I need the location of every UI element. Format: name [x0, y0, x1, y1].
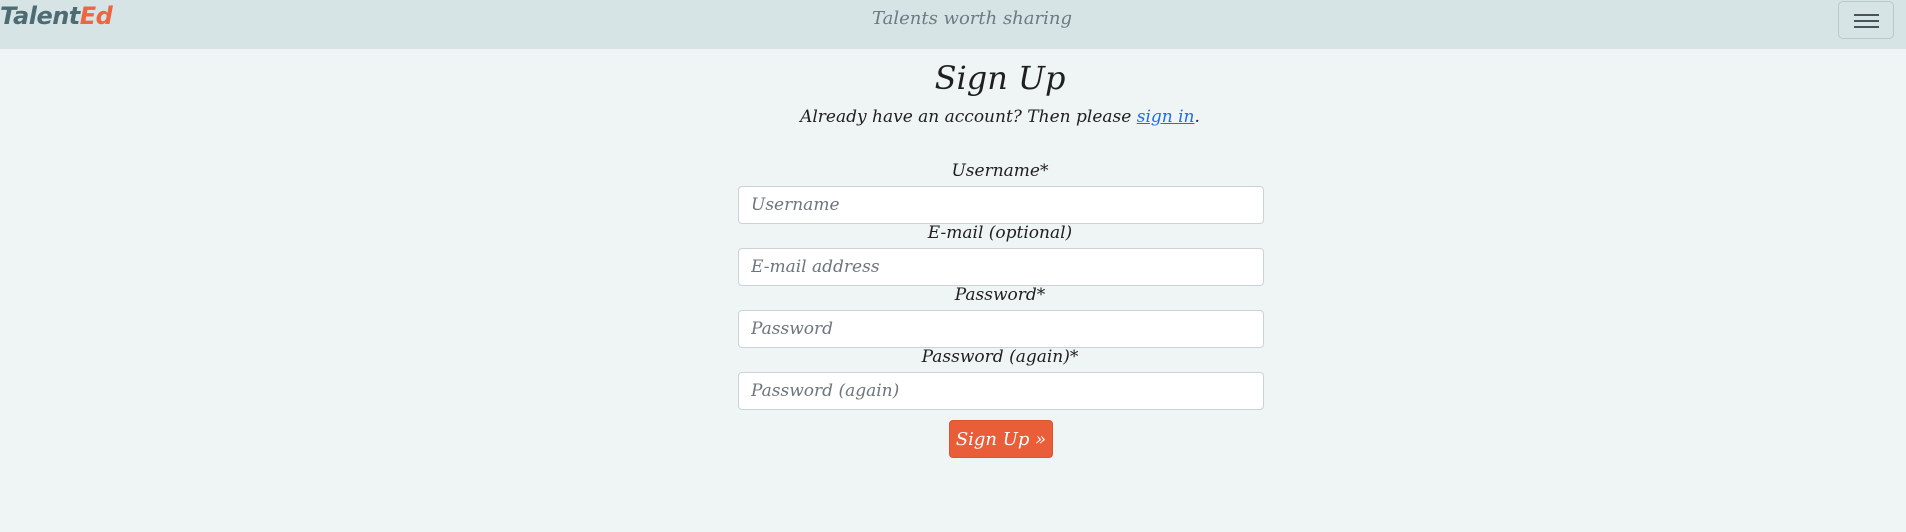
username-input[interactable] [738, 186, 1264, 224]
email-input[interactable] [738, 248, 1264, 286]
password-again-input[interactable] [738, 372, 1264, 410]
navbar-toggler-button[interactable] [1838, 1, 1894, 39]
email-label: E-mail (optional) [927, 223, 1073, 243]
site-tagline: Talents worth sharing [872, 8, 1072, 29]
signin-prompt: Already have an account? Then please sig… [0, 107, 1906, 127]
username-label: Username* [951, 161, 1049, 181]
navbar: TalentEd Talents worth sharing [0, 0, 1906, 49]
password-input[interactable] [738, 310, 1264, 348]
signup-submit-button[interactable]: Sign Up » [949, 420, 1053, 458]
password-label: Password* [954, 285, 1046, 305]
signin-prompt-period: . [1194, 107, 1200, 127]
signin-link[interactable]: sign in [1137, 107, 1195, 127]
signin-prompt-text: Already have an account? Then please [800, 107, 1137, 127]
password-again-label: Password (again)* [921, 347, 1079, 367]
page-title: Sign Up [934, 59, 1066, 97]
